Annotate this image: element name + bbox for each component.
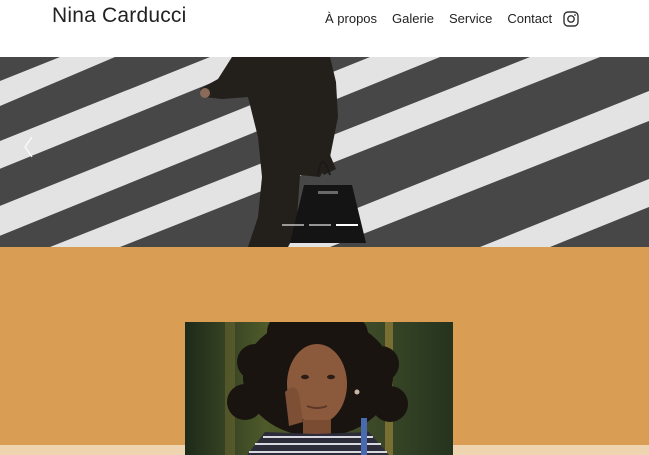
hero-carousel	[0, 57, 649, 247]
site-logo[interactable]: Nina Carducci	[52, 4, 187, 28]
main-nav: À propos Galerie Service Contact	[325, 10, 567, 28]
nav-link-service[interactable]: Service	[449, 10, 492, 28]
nav-link-gallery[interactable]: Galerie	[392, 10, 434, 28]
portrait-woman-curly-hair-photo	[185, 322, 453, 455]
nav-link-contact[interactable]: Contact	[507, 10, 552, 28]
carousel-indicator[interactable]	[282, 224, 304, 226]
carousel-indicator-active[interactable]	[336, 224, 358, 226]
carousel-indicators	[282, 224, 363, 226]
site-header: Nina Carducci À propos Galerie Service C…	[0, 0, 649, 57]
carousel-indicator[interactable]	[309, 224, 331, 226]
instagram-icon[interactable]	[563, 11, 579, 27]
portrait-photo	[185, 322, 453, 455]
chevron-left-icon[interactable]	[22, 135, 34, 159]
nav-link-about[interactable]: À propos	[325, 10, 377, 28]
crosswalk-businessman-photo	[0, 57, 649, 247]
